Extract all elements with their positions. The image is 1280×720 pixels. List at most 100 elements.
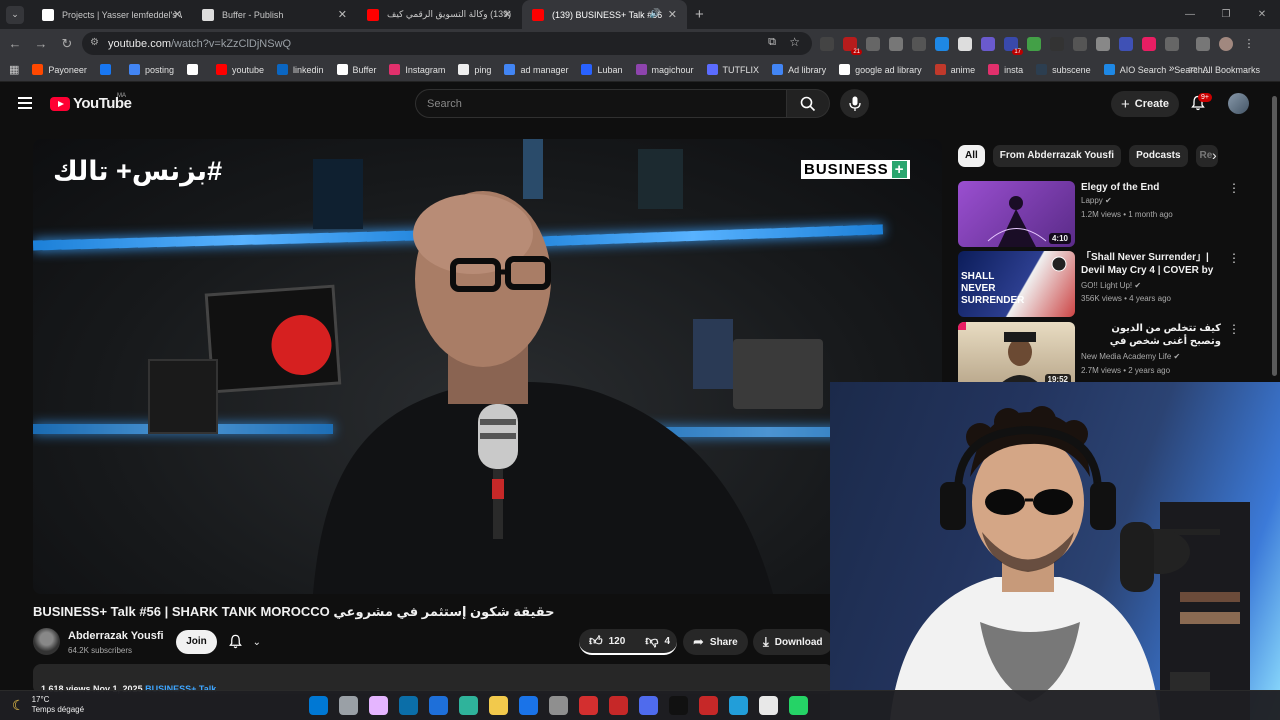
apps-grid-icon[interactable]: ▦ <box>9 63 19 76</box>
tab-search-button[interactable]: ⌄ <box>6 5 24 24</box>
extension-icon[interactable] <box>1096 36 1110 51</box>
recommended-video[interactable]: SHALL NEVER SURRENDER 「Shall Never Surre… <box>958 251 1258 317</box>
taskbar-app-icon[interactable] <box>579 696 598 715</box>
bookmark-item[interactable]: Instagram <box>389 64 445 75</box>
video-thumbnail[interactable]: 4:10 <box>958 181 1075 247</box>
recommended-video[interactable]: 4:10 Elegy of the End Lappy ✔ 1.2M views… <box>958 181 1258 247</box>
extension-icon[interactable] <box>866 36 880 51</box>
bookmark-item[interactable]: Buffer <box>336 64 376 75</box>
taskbar-app-icon[interactable] <box>609 696 628 715</box>
address-bar[interactable]: ⚙ youtube.com/watch?v=kZzClDjNSwQ ⧉ ☆ <box>82 32 812 55</box>
scrollbar-thumb[interactable] <box>1272 96 1277 376</box>
bookmark-item[interactable]: youtube <box>215 64 264 75</box>
bookmark-item[interactable]: Ad library <box>772 64 826 75</box>
install-app-icon[interactable]: ⧉ <box>768 36 776 49</box>
taskbar-app-icon[interactable] <box>669 696 688 715</box>
taskbar-app-icon[interactable] <box>549 696 568 715</box>
bookmark-item[interactable] <box>99 64 116 75</box>
hamburger-menu-icon[interactable] <box>18 97 32 112</box>
taskbar-app-icon[interactable] <box>519 696 538 715</box>
profile-avatar-icon[interactable] <box>1219 36 1233 51</box>
extension-icon[interactable] <box>935 36 949 51</box>
taskbar-app-icon[interactable] <box>489 696 508 715</box>
site-info-icon[interactable]: ⚙ <box>90 37 99 48</box>
extension-icon[interactable] <box>981 36 995 51</box>
bookmark-item[interactable]: Payoneer <box>32 64 87 75</box>
bookmark-item[interactable]: magichour <box>635 64 694 75</box>
thumbs-down-icon[interactable]: 👎︎ <box>645 633 658 649</box>
restore-icon[interactable]: ❐ <box>1208 0 1244 29</box>
recommended-channel[interactable]: GO!! Light Up! ✔ <box>1081 281 1141 290</box>
thumbs-up-icon[interactable]: 👍︎ <box>589 633 603 649</box>
taskbar-app-icon[interactable] <box>639 696 658 715</box>
video-thumbnail[interactable]: 19:52 <box>958 322 1075 388</box>
extension-icon[interactable]: 17 <box>1004 36 1023 55</box>
extension-icon[interactable] <box>1073 36 1087 51</box>
bookmark-item[interactable]: TUTFLIX <box>706 64 759 75</box>
bookmark-item[interactable]: ad manager <box>504 64 568 75</box>
more-bookmarks-icon[interactable]: » <box>1169 63 1175 74</box>
chip-podcasts[interactable]: Podcasts <box>1129 145 1188 167</box>
close-tab-icon[interactable]: ✕ <box>173 8 182 21</box>
taskbar-app-icon[interactable] <box>309 696 328 715</box>
chevron-right-icon[interactable]: › <box>1212 147 1217 163</box>
taskbar-app-icon[interactable] <box>399 696 418 715</box>
reload-icon[interactable]: ↻ <box>54 36 80 52</box>
extension-icon[interactable] <box>1119 36 1133 51</box>
browser-tab-buffer[interactable]: Buffer - Publish ✕ <box>192 0 357 29</box>
browser-tab-youtube-active[interactable]: (139) BUSINESS+ Talk #56 | 🔊 ✕ <box>522 0 687 29</box>
more-actions-icon[interactable]: ⋮ <box>1228 322 1240 336</box>
bookmark-item[interactable]: anime <box>934 64 975 75</box>
extension-icon[interactable] <box>1050 36 1064 51</box>
taskbar-app-icon[interactable] <box>789 696 808 715</box>
recommended-channel[interactable]: Lappy ✔ <box>1081 196 1112 205</box>
browser-tab-projects[interactable]: Projects | Yasser lemfeddel's W ✕ <box>32 0 192 29</box>
extension-icon[interactable] <box>1142 36 1156 51</box>
channel-avatar[interactable] <box>33 628 60 655</box>
bookmark-item[interactable]: subscene <box>1036 64 1091 75</box>
bookmark-item[interactable]: google ad library <box>839 64 922 75</box>
extensions-puzzle-icon[interactable] <box>1165 36 1179 51</box>
close-window-icon[interactable]: ✕ <box>1244 0 1280 29</box>
dislike-count[interactable]: 4 <box>664 636 670 647</box>
search-button[interactable] <box>787 89 830 118</box>
extension-icon[interactable] <box>889 36 903 51</box>
download-button[interactable]: ⤓ Download <box>753 629 833 655</box>
minimize-icon[interactable]: — <box>1172 0 1208 29</box>
recommended-channel[interactable]: New Media Academy Life ✔ <box>1081 352 1180 361</box>
like-count[interactable]: 120 <box>609 636 626 647</box>
taskbar-app-icon[interactable] <box>339 696 358 715</box>
subscription-bell-button[interactable]: ⌄ <box>228 633 261 649</box>
new-tab-button[interactable]: + <box>695 6 704 23</box>
recommended-video-title[interactable]: Elegy of the End <box>1081 181 1221 194</box>
join-button[interactable]: Join <box>176 630 217 654</box>
create-button[interactable]: + Create <box>1111 91 1179 117</box>
back-icon[interactable]: ← <box>2 36 28 51</box>
taskbar-app-icon[interactable] <box>429 696 448 715</box>
bookmark-item[interactable] <box>186 64 203 75</box>
menu-kebab-icon[interactable]: ⋮ <box>1242 37 1256 51</box>
taskbar-app-icon[interactable] <box>369 696 388 715</box>
more-actions-icon[interactable]: ⋮ <box>1228 251 1240 265</box>
recommended-video[interactable]: 19:52 كيف تتخلص من الديون وتصبح أغنى شخص… <box>958 322 1258 388</box>
extension-icon[interactable] <box>912 36 926 51</box>
bookmark-item[interactable]: linkedin <box>277 64 324 75</box>
forward-icon[interactable]: → <box>28 36 54 51</box>
voice-search-button[interactable] <box>840 89 869 118</box>
browser-tab-youtube-agency[interactable]: (139) وكالة التسويق الرقمي كيف ✕ <box>357 0 522 29</box>
audio-icon[interactable]: 🔊 <box>650 8 661 19</box>
video-player[interactable]: #بزنس+ تالك BUSINESS + <box>33 139 942 594</box>
extension-icon[interactable] <box>958 36 972 51</box>
more-actions-icon[interactable]: ⋮ <box>1228 181 1240 195</box>
close-tab-icon[interactable]: ✕ <box>668 8 677 21</box>
share-button[interactable]: ➦ Share <box>683 629 748 655</box>
chip-from-channel[interactable]: From Abderrazak Yousfi <box>992 145 1122 167</box>
recommended-video-title[interactable]: كيف تتخلص من الديون وتصبح أغنى شخص في ال… <box>1081 322 1221 348</box>
close-tab-icon[interactable]: ✕ <box>338 8 347 21</box>
bookmark-item[interactable]: Luban <box>581 64 623 75</box>
bookmark-star-icon[interactable]: ☆ <box>789 35 800 49</box>
all-bookmarks-folder[interactable]: ▭ All Bookmarks <box>1188 64 1260 75</box>
taskbar-app-icon[interactable] <box>759 696 778 715</box>
extension-icon[interactable] <box>1027 36 1041 51</box>
extension-icon[interactable] <box>820 36 834 51</box>
